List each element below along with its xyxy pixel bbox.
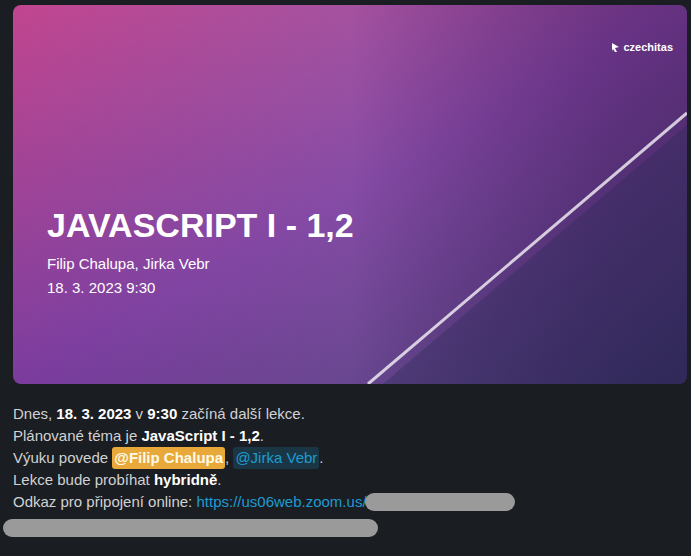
- event-banner[interactable]: czechitas JAVASCRIPT I - 1,2 Filip Chalu…: [13, 5, 687, 384]
- banner-authors: Filip Chalupa, Jirka Vebr: [47, 254, 687, 274]
- message-text: začíná další lekce.: [177, 403, 305, 425]
- banner-title: JAVASCRIPT I - 1,2: [47, 205, 687, 245]
- message-text: .: [217, 469, 221, 491]
- link[interactable]: https://us06web.zoom.us/: [196, 491, 366, 513]
- message-line: Dnes, 18. 3. 2023 v 9:30 začíná další le…: [13, 403, 691, 425]
- message-line: Lekce bude probíhat hybridně.: [13, 469, 691, 491]
- banner-date: 18. 3. 2023 9:30: [47, 278, 687, 298]
- message-line: Výuku povede @Filip Chalupa, @Jirka Vebr…: [13, 447, 691, 469]
- bold-text: 18. 3. 2023: [56, 403, 131, 425]
- user-mention[interactable]: @Jirka Vebr: [233, 447, 319, 469]
- message-text: Výuku povede: [13, 447, 112, 469]
- bold-text: 9:30: [147, 403, 177, 425]
- czechitas-logo-icon: [611, 42, 620, 53]
- message-text: .: [319, 447, 323, 469]
- message-line: Odkaz pro připojení online: https://us06…: [13, 491, 691, 513]
- message-text: ,: [225, 447, 233, 469]
- message-text: v: [131, 403, 147, 425]
- bold-text: JavaScript I - 1,2: [141, 425, 259, 447]
- logo: czechitas: [611, 39, 673, 56]
- message-text: Dnes,: [13, 403, 56, 425]
- user-mention[interactable]: @Filip Chalupa: [112, 447, 225, 469]
- diagonal-line-icon: [13, 5, 687, 384]
- message-body: Dnes, 18. 3. 2023 v 9:30 začíná další le…: [13, 403, 691, 513]
- message-text: .: [260, 425, 264, 447]
- bold-text: hybridně: [154, 469, 217, 491]
- message-text: Lekce bude probíhat: [13, 469, 154, 491]
- message-text: Odkaz pro připojení online:: [13, 491, 196, 513]
- logo-text: czechitas: [623, 39, 673, 56]
- message-line: Plánované téma je JavaScript I - 1,2.: [13, 425, 691, 447]
- redacted-block: [365, 493, 515, 511]
- redacted-block: [3, 519, 378, 537]
- message-text: Plánované téma je: [13, 425, 141, 447]
